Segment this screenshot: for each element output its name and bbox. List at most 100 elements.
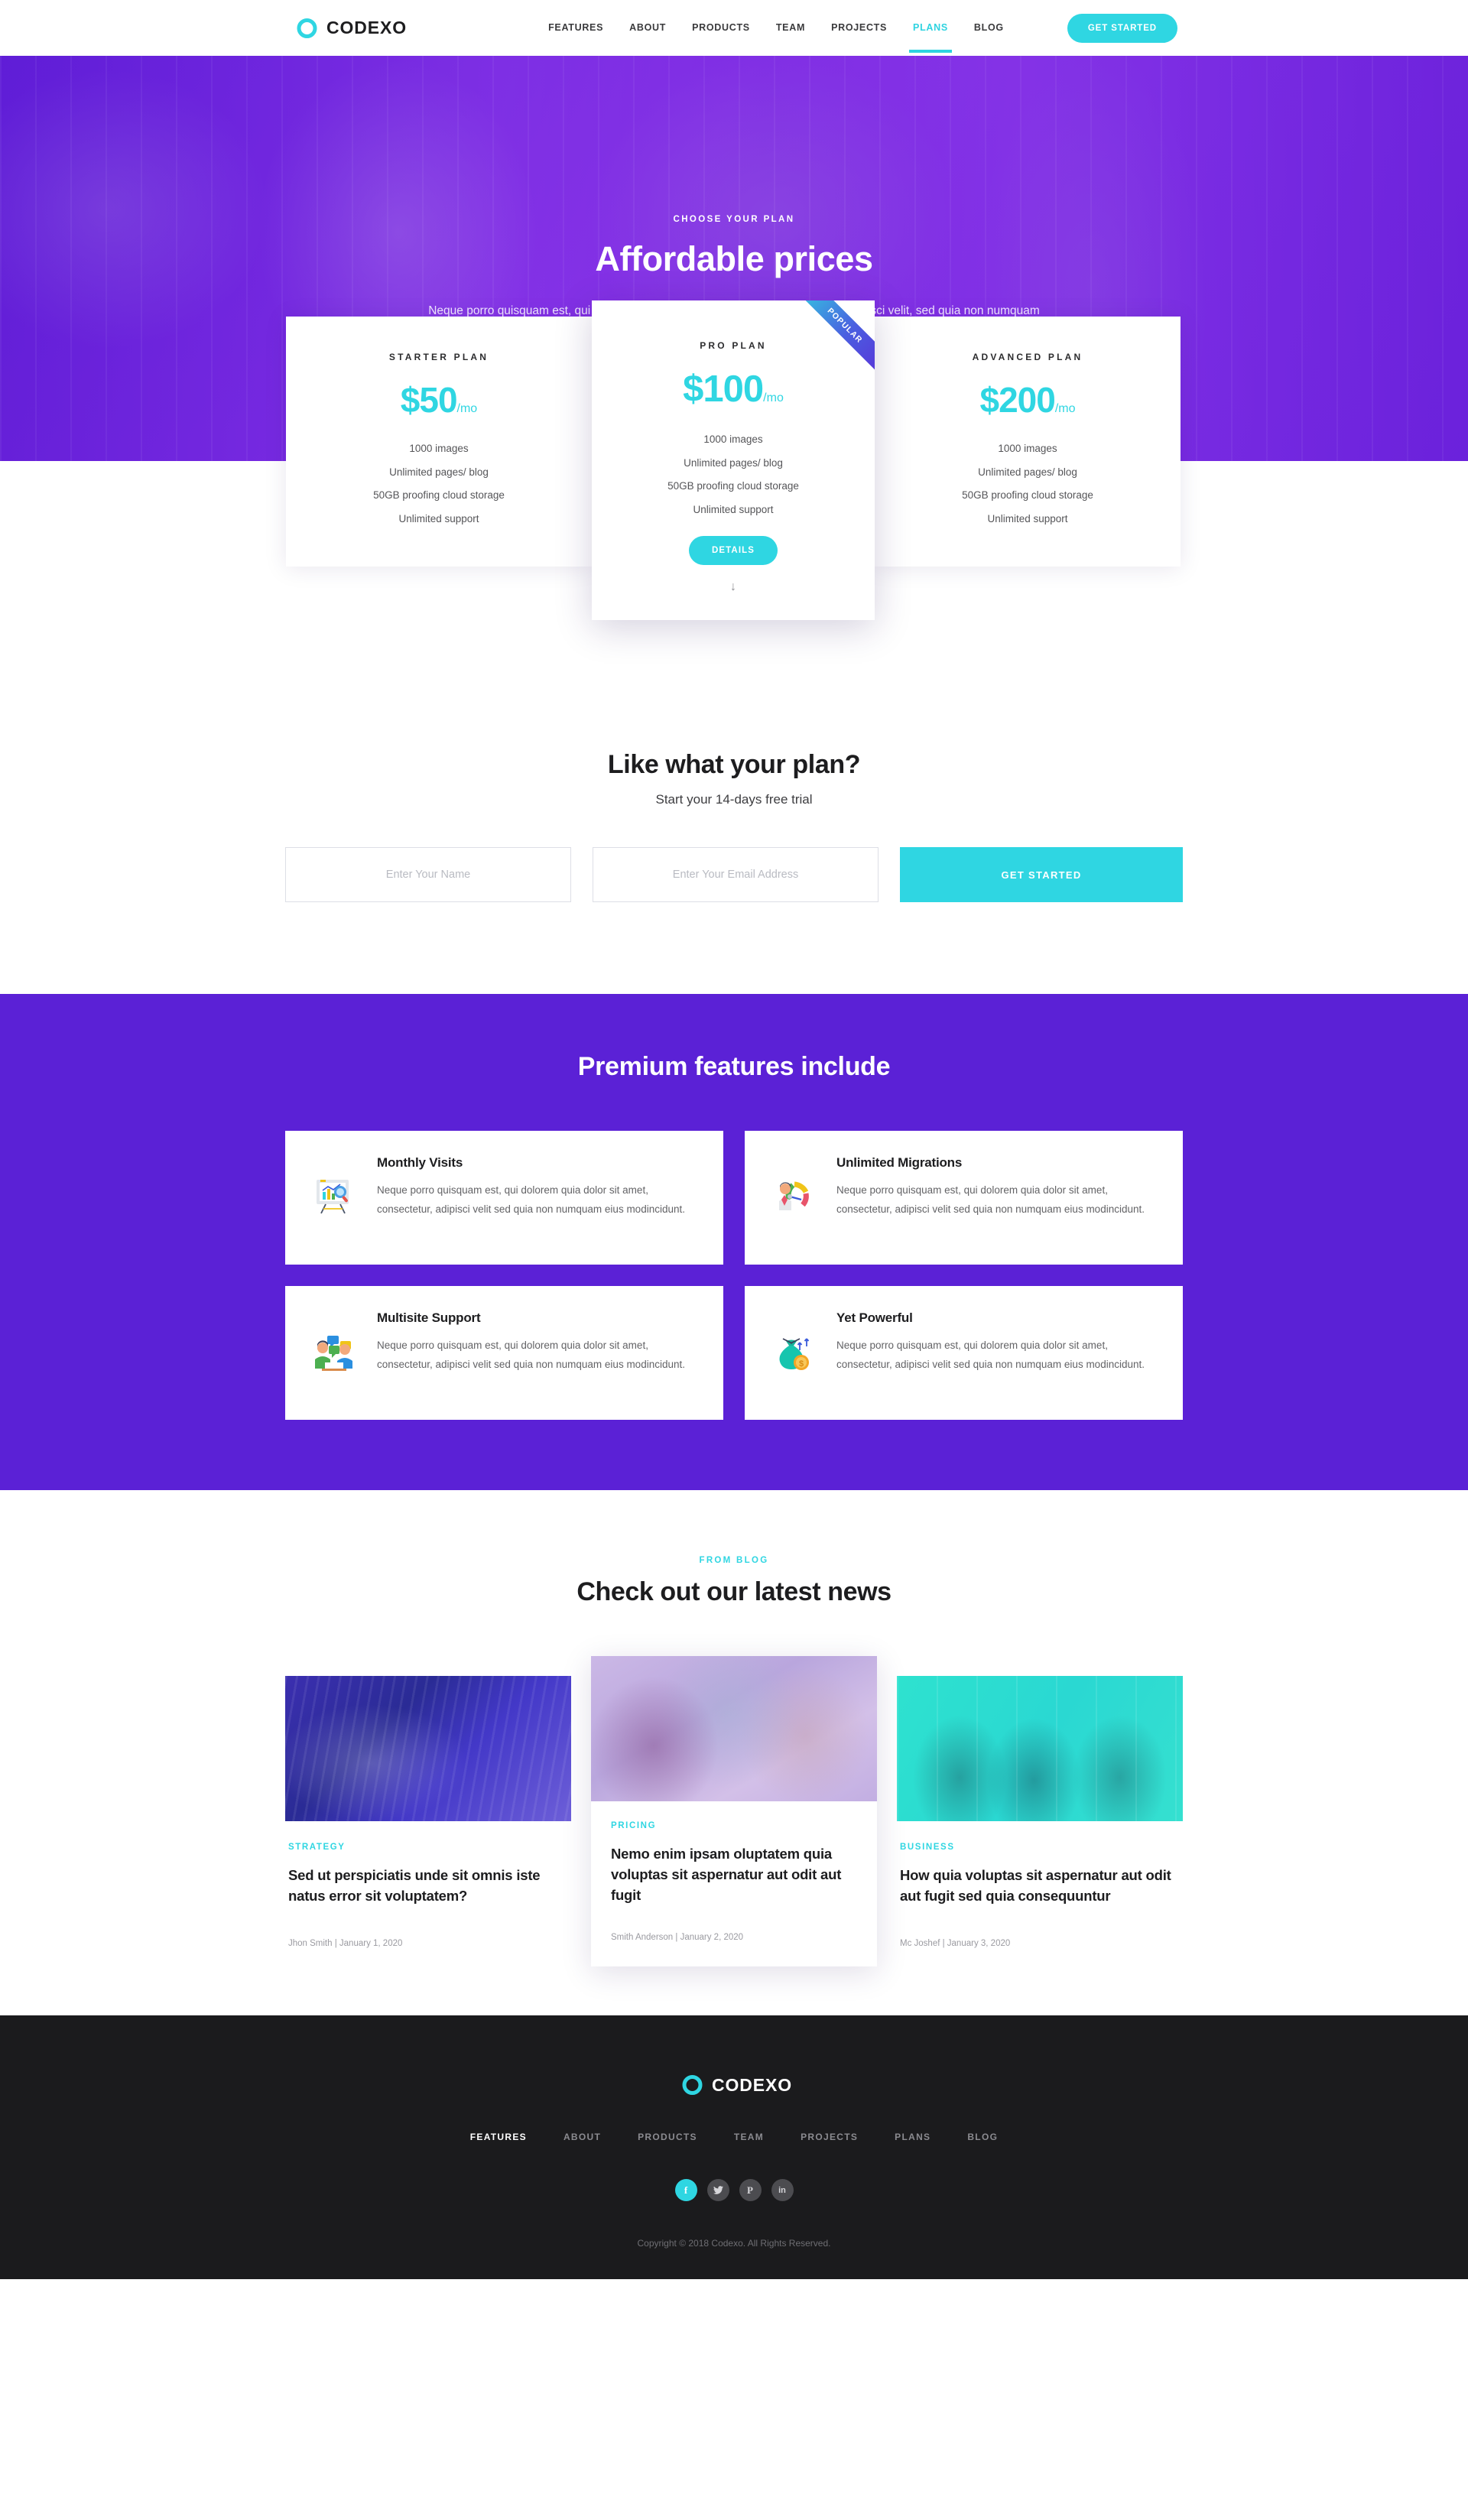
- nav-item-team[interactable]: TEAM: [775, 3, 807, 53]
- footer-nav-item-products[interactable]: PRODUCTS: [638, 2132, 697, 2142]
- blog-body: PRICING Nemo enim ipsam oluptatem quia v…: [591, 1801, 877, 1963]
- feature-text: Neque porro quisquam est, qui dolorem qu…: [836, 1340, 1145, 1370]
- nav-item-features[interactable]: FEATURES: [547, 3, 605, 53]
- footer-brand-logo[interactable]: CODEXO: [676, 2072, 792, 2098]
- nav-item-about[interactable]: ABOUT: [628, 3, 667, 53]
- brand-logo[interactable]: CODEXO: [291, 15, 407, 41]
- brand-name: CODEXO: [326, 18, 408, 37]
- plan-feature: 50GB proofing cloud storage: [667, 480, 799, 492]
- feature-body: Unlimited Migrations Neque porro quisqua…: [836, 1155, 1157, 1219]
- footer-brand-name: CODEXO: [711, 2074, 793, 2095]
- plan-feature: Unlimited support: [987, 512, 1068, 524]
- blog-headline[interactable]: How quia voluptas sit aspernatur aut odi…: [900, 1866, 1180, 1907]
- feature-card-monthly-visits: Monthly Visits Neque porro quisquam est,…: [285, 1131, 723, 1265]
- plan-feature: Unlimited pages/ blog: [684, 456, 783, 469]
- main-nav: FEATURES ABOUT PRODUCTS TEAM PROJECTS PL…: [547, 3, 1005, 53]
- nav-item-projects[interactable]: PROJECTS: [830, 3, 888, 53]
- plan-name: STARTER PLAN: [388, 352, 489, 362]
- plan-feature: 1000 images: [998, 443, 1057, 454]
- plan-amount: $200: [979, 380, 1055, 420]
- trial-signup-section: Like what your plan? Start your 14-days …: [0, 706, 1468, 994]
- nav-item-plans[interactable]: PLANS: [909, 3, 952, 53]
- blog-meta: Mc Joshef | January 3, 2020: [900, 1938, 1011, 1948]
- blog-grid: STRATEGY Sed ut perspiciatis unde sit om…: [285, 1656, 1183, 1967]
- blog-card-strategy[interactable]: STRATEGY Sed ut perspiciatis unde sit om…: [285, 1676, 571, 1966]
- feature-text: Neque porro quisquam est, qui dolorem qu…: [377, 1340, 685, 1370]
- feature-title: Yet Powerful: [836, 1310, 913, 1325]
- pinterest-icon[interactable]: P: [739, 2179, 762, 2202]
- trial-get-started-button[interactable]: GET STARTED: [900, 847, 1183, 902]
- performance-gauge-icon: [771, 1174, 817, 1219]
- header-get-started-button[interactable]: GET STARTED: [1067, 13, 1177, 43]
- svg-text:$: $: [799, 1359, 804, 1369]
- twitter-icon[interactable]: [706, 2179, 729, 2202]
- plan-feature: 1000 images: [703, 434, 763, 445]
- plan-name: PRO PLAN: [700, 340, 767, 351]
- facebook-icon[interactable]: f: [674, 2179, 697, 2202]
- money-bag-icon: $: [771, 1329, 817, 1375]
- feature-text: Neque porro quisquam est, qui dolorem qu…: [377, 1184, 685, 1215]
- hero-title: Affordable prices: [595, 239, 873, 278]
- name-input[interactable]: [285, 847, 571, 902]
- plan-price: $100/mo: [613, 371, 853, 408]
- trial-subtitle: Start your 14-days free trial: [655, 792, 813, 807]
- social-links: f P in: [0, 2179, 1468, 2202]
- blog-tag[interactable]: BUSINESS: [900, 1843, 1180, 1852]
- footer-nav-item-team[interactable]: TEAM: [734, 2132, 764, 2142]
- blog-headline[interactable]: Nemo enim ipsam oluptatem quia voluptas …: [611, 1844, 857, 1905]
- plan-price: $50/mo: [307, 382, 570, 417]
- plan-amount: $100: [683, 369, 764, 410]
- footer-nav-item-about[interactable]: ABOUT: [563, 2132, 601, 2142]
- blog-card-business[interactable]: BUSINESS How quia voluptas sit aspernatu…: [897, 1676, 1183, 1966]
- feature-body: Yet Powerful Neque porro quisquam est, q…: [836, 1310, 1157, 1375]
- footer-nav-item-projects[interactable]: PROJECTS: [801, 2132, 858, 2142]
- plan-name: ADVANCED PLAN: [972, 352, 1083, 362]
- linkedin-icon[interactable]: in: [771, 2179, 794, 2202]
- footer-nav-item-blog[interactable]: BLOG: [967, 2132, 998, 2142]
- team-meeting-photo: [591, 1656, 877, 1801]
- blog-headline[interactable]: Sed ut perspiciatis unde sit omnis iste …: [288, 1866, 568, 1907]
- plan-card-starter[interactable]: STARTER PLAN $50/mo 1000 images Unlimite…: [286, 317, 592, 567]
- plan-feature: 50GB proofing cloud storage: [962, 489, 1093, 501]
- hero-content: CHOOSE YOUR PLAN Affordable prices Neque…: [0, 56, 1468, 342]
- plan-card-advanced[interactable]: ADVANCED PLAN $200/mo 1000 images Unlimi…: [875, 317, 1181, 567]
- feature-title: Multisite Support: [377, 1310, 481, 1325]
- plan-feature: Unlimited support: [398, 512, 479, 524]
- blog-card-pricing[interactable]: PRICING Nemo enim ipsam oluptatem quia v…: [591, 1656, 877, 1967]
- nav-item-products[interactable]: PRODUCTS: [690, 3, 752, 53]
- plan-period: /mo: [763, 391, 784, 404]
- blog-tag[interactable]: PRICING: [611, 1821, 857, 1830]
- email-input[interactable]: [593, 847, 879, 902]
- hero-eyebrow: CHOOSE YOUR PLAN: [673, 215, 795, 224]
- blog-body: STRATEGY Sed ut perspiciatis unde sit om…: [285, 1821, 571, 1966]
- footer-nav-item-features[interactable]: FEATURES: [470, 2132, 527, 2142]
- site-footer: CODEXO FEATURES ABOUT PRODUCTS TEAM PROJ…: [0, 2015, 1468, 2280]
- trial-title: Like what your plan?: [607, 750, 861, 779]
- plan-features: 1000 images Unlimited pages/ blog 50GB p…: [896, 443, 1159, 524]
- footer-nav: FEATURES ABOUT PRODUCTS TEAM PROJECTS PL…: [0, 2132, 1468, 2142]
- nav-item-blog[interactable]: BLOG: [973, 3, 1005, 53]
- codexo-logo-icon: [291, 15, 318, 41]
- pricing-section: STARTER PLAN $50/mo 1000 images Unlimite…: [0, 300, 1468, 706]
- footer-nav-item-plans[interactable]: PLANS: [895, 2132, 930, 2142]
- feature-card-yet-powerful: $ Yet Powerful Neque porro quisquam est,…: [745, 1286, 1183, 1420]
- blog-title: Check out our latest news: [576, 1577, 892, 1606]
- plan-details-button[interactable]: DETAILS: [688, 536, 778, 565]
- plan-card-pro[interactable]: POPULAR PRO PLAN $100/mo 1000 images Unl…: [592, 300, 875, 620]
- team-chat-icon: [311, 1329, 357, 1375]
- scroll-down-arrow-icon[interactable]: ↓: [613, 580, 853, 594]
- celebrating-team-photo: [897, 1676, 1183, 1821]
- pricing-cards-row: STARTER PLAN $50/mo 1000 images Unlimite…: [286, 300, 1182, 620]
- blog-meta: Jhon Smith | January 1, 2020: [288, 1938, 403, 1948]
- laptop-dashboard-photo: [285, 1676, 571, 1821]
- feature-body: Multisite Support Neque porro quisquam e…: [377, 1310, 697, 1375]
- trial-form: GET STARTED: [285, 847, 1183, 902]
- blog-body: BUSINESS How quia voluptas sit aspernatu…: [897, 1821, 1183, 1966]
- feature-title: Unlimited Migrations: [836, 1155, 963, 1170]
- plan-features: 1000 images Unlimited pages/ blog 50GB p…: [307, 443, 570, 524]
- codexo-logo-icon: [676, 2072, 703, 2098]
- premium-features-section: Premium features include Monthly Visits …: [0, 994, 1468, 1490]
- analytics-chart-icon: [311, 1174, 357, 1219]
- blog-tag[interactable]: STRATEGY: [288, 1843, 568, 1852]
- plan-amount: $50: [400, 380, 458, 420]
